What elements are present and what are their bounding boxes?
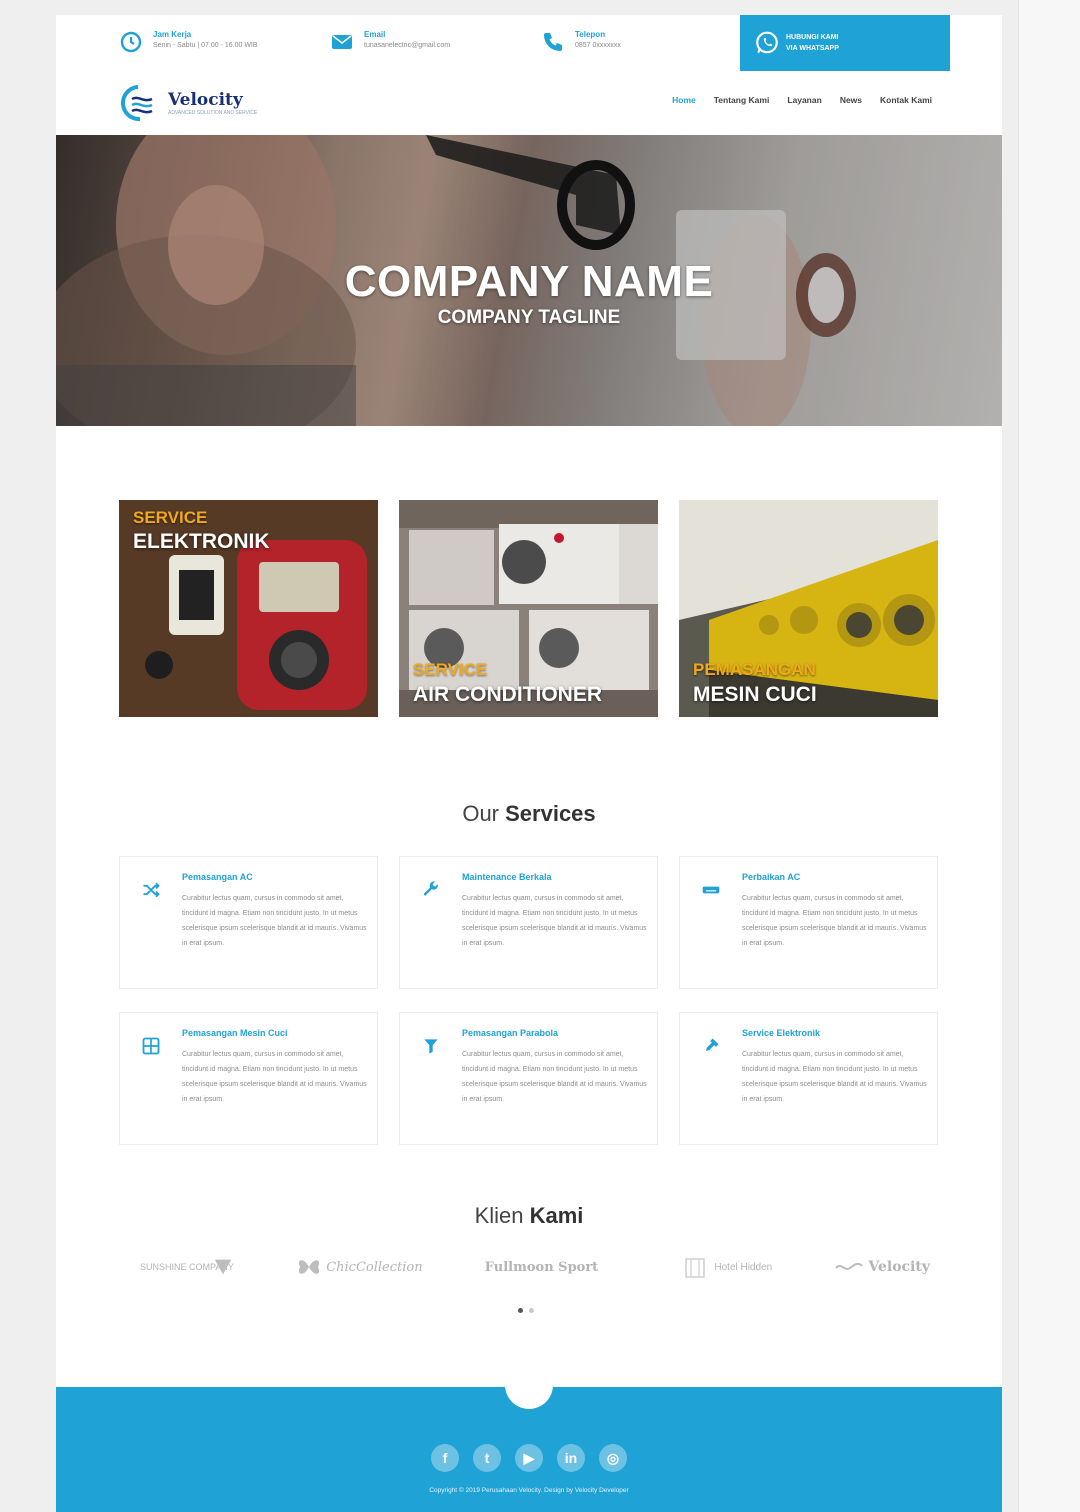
plug-icon <box>698 1033 724 1059</box>
service-title: Perbaikan AC <box>742 872 801 882</box>
email-value[interactable]: tunasanelectric@gmail.com <box>364 40 450 51</box>
client-logo-velocity[interactable]: Velocity <box>834 1258 930 1276</box>
page-canvas: Jam Kerja Senin - Sabtu | 07.00 - 16.00 … <box>56 15 1002 1512</box>
main-navbar: Velocity ADVANCED SOLUTION AND SERVICE H… <box>56 71 1002 135</box>
antenna-icon <box>418 1033 444 1059</box>
nav-news[interactable]: News <box>840 95 862 105</box>
nav-layanan[interactable]: Layanan <box>787 95 822 105</box>
tile-mesin-cuci-line2: MESIN CUCI <box>693 683 817 706</box>
tile-service-elektronik[interactable]: SERVICE ELEKTRONIK <box>119 500 378 717</box>
wrench-icon <box>418 877 444 903</box>
service-description: Curabitur lectus quam, cursus in commodo… <box>182 895 367 947</box>
client-logo-sunshine[interactable]: SUNSHINE COMPANY <box>140 1256 234 1278</box>
phone-value[interactable]: 0857 0xxxxxxx <box>575 40 621 51</box>
velocity-wave-icon <box>835 1262 864 1270</box>
hero-banner: COMPANY NAME COMPANY TAGLINE <box>56 135 1002 426</box>
service-card-pemasangan-ac[interactable]: Pemasangan AC Curabitur lectus quam, cur… <box>119 856 378 989</box>
whatsapp-contact-button[interactable]: HUBUNGI KAMI VIA WHATSAPP <box>740 15 950 71</box>
clients-heading: Klien Kami <box>474 1203 584 1228</box>
client-logo-hotel[interactable]: Hotel Hidden <box>682 1256 772 1278</box>
tile-mesin-cuci-line1: PEMASANGAN <box>693 660 816 679</box>
top-info-bar: Jam Kerja Senin - Sabtu | 07.00 - 16.00 … <box>56 15 1002 71</box>
service-title: Pemasangan Mesin Cuci <box>182 1028 288 1038</box>
triangle-logo-icon <box>214 1259 232 1275</box>
clock-icon <box>118 29 144 55</box>
logo-tagline: ADVANCED SOLUTION AND SERVICE <box>168 109 258 116</box>
facebook-icon[interactable]: f <box>431 1444 459 1472</box>
envelope-icon <box>329 29 355 55</box>
phone-label: Telepon <box>575 30 606 39</box>
hero-company-name: COMPANY NAME <box>344 257 714 306</box>
service-description: Curabitur lectus quam, cursus in commodo… <box>742 895 927 947</box>
working-hours-info: Jam Kerja Senin - Sabtu | 07.00 - 16.00 … <box>118 29 258 55</box>
browser-side-gutter <box>1018 0 1080 1512</box>
nav-home[interactable]: Home <box>672 95 696 105</box>
butterfly-logo-icon <box>299 1260 320 1274</box>
service-title: Maintenance Berkala <box>462 872 552 882</box>
phone-icon <box>540 29 566 55</box>
hours-value: Senin - Sabtu | 07.00 - 16.00 WIB <box>153 42 258 49</box>
scroll-top-notch[interactable] <box>505 1373 553 1409</box>
service-description: Curabitur lectus quam, cursus in commodo… <box>462 895 647 947</box>
site-logo[interactable]: Velocity ADVANCED SOLUTION AND SERVICE <box>120 83 257 123</box>
logo-mark-icon <box>121 85 153 122</box>
twitter-icon[interactable]: t <box>473 1444 501 1472</box>
service-description: Curabitur lectus quam, cursus in commodo… <box>742 1051 927 1103</box>
youtube-icon[interactable]: ▶ <box>515 1444 543 1472</box>
hours-label: Jam Kerja <box>153 30 192 39</box>
tile-service-air-conditioner[interactable]: SERVICE AIR CONDITIONER <box>399 500 658 717</box>
building-logo-icon <box>685 1258 706 1278</box>
service-description: Curabitur lectus quam, cursus in commodo… <box>182 1051 367 1103</box>
service-card-service-elektronik[interactable]: Service Elektronik Curabitur lectus quam… <box>679 1012 938 1145</box>
whatsapp-line2: VIA WHATSAPP <box>786 45 839 52</box>
hero-company-tagline: COMPANY TAGLINE <box>437 307 621 328</box>
email-label: Email <box>364 30 386 39</box>
whatsapp-icon <box>754 30 780 56</box>
carousel-dot-2[interactable] <box>529 1308 534 1313</box>
air-conditioner-icon <box>698 877 724 903</box>
linkedin-icon[interactable]: in <box>557 1444 585 1472</box>
moon-logo-icon <box>598 1256 610 1278</box>
tile-pemasangan-mesin-cuci[interactable]: PEMASANGAN MESIN CUCI <box>679 500 938 717</box>
instagram-icon[interactable]: ◎ <box>599 1444 627 1472</box>
service-title: Pemasangan Parabola <box>462 1028 559 1038</box>
email-info: Email tunasanelectric@gmail.com <box>329 29 450 55</box>
carousel-dot-1[interactable] <box>518 1308 523 1313</box>
copyright-text: Copyright © 2019 Perusahaan Velocity. De… <box>429 1487 629 1494</box>
tile-ac-line2: AIR CONDITIONER <box>413 683 602 706</box>
service-card-pemasangan-mesin-cuci[interactable]: Pemasangan Mesin Cuci Curabitur lectus q… <box>119 1012 378 1145</box>
whatsapp-line1: HUBUNGI KAMI <box>786 34 839 41</box>
site-footer: f t ▶ in ◎ Copyright © 2019 Perusahaan V… <box>56 1373 1002 1512</box>
tile-elektronik-line2: ELEKTRONIK <box>133 530 270 553</box>
grid-icon <box>138 1033 164 1059</box>
nav-kontak-kami[interactable]: Kontak Kami <box>880 95 932 105</box>
phone-info: Telepon 0857 0xxxxxxx <box>540 29 621 55</box>
service-title: Service Elektronik <box>742 1028 821 1038</box>
tile-ac-line1: SERVICE <box>413 660 488 679</box>
service-title: Pemasangan AC <box>182 872 253 882</box>
service-card-maintenance-berkala[interactable]: Maintenance Berkala Curabitur lectus qua… <box>399 856 658 989</box>
nav-tentang-kami[interactable]: Tentang Kami <box>714 95 770 105</box>
clients-logo-carousel: SUNSHINE COMPANY ChicCollection Fullmoon… <box>140 1245 930 1289</box>
service-card-pemasangan-parabola[interactable]: Pemasangan Parabola Curabitur lectus qua… <box>399 1012 658 1145</box>
tile-elektronik-line1: SERVICE <box>133 508 208 527</box>
logo-name: Velocity <box>168 89 243 110</box>
service-description: Curabitur lectus quam, cursus in commodo… <box>462 1051 647 1103</box>
client-logo-fullmoon-sport[interactable]: Fullmoon Sport <box>485 1254 620 1280</box>
client-logo-chic-collection[interactable]: ChicCollection <box>296 1257 423 1277</box>
carousel-pagination <box>518 1308 534 1313</box>
main-menu: Home Tentang Kami Layanan News Kontak Ka… <box>672 95 932 105</box>
shuffle-icon <box>138 877 164 903</box>
service-card-perbaikan-ac[interactable]: Perbaikan AC Curabitur lectus quam, curs… <box>679 856 938 989</box>
services-heading: Our Services <box>462 801 596 826</box>
social-links: f t ▶ in ◎ <box>431 1444 627 1472</box>
